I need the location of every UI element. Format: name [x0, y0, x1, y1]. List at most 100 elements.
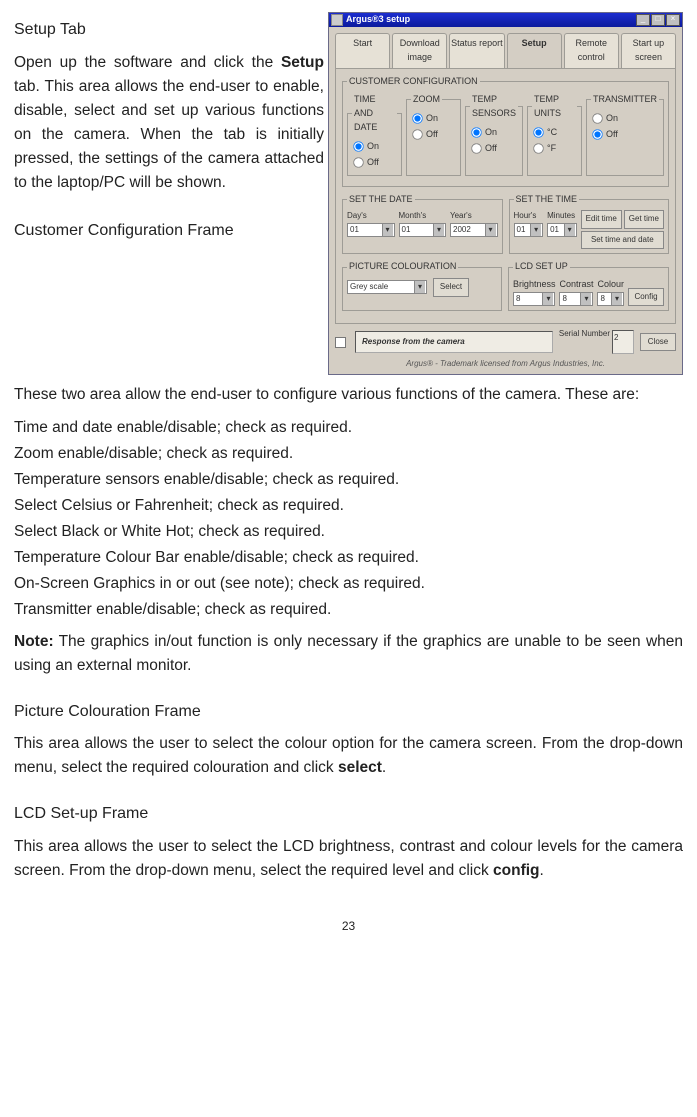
dropdown-brightness[interactable]: 8 [513, 292, 556, 306]
fieldset-set-time: SET THE TIME Hour's 01 Minutes 01 Edit [509, 193, 670, 255]
fieldset-time-date: TIME AND DATE On Off [347, 93, 402, 176]
fieldset-picture-colouration: PICTURE COLOURATION Grey scale Select [342, 260, 502, 311]
note-text: The graphics in/out function is only nec… [14, 633, 683, 674]
fieldset-set-date: SET THE DATE Day's 01 Month's 01 Year's … [342, 193, 503, 255]
para-setup-post: tab. This area allows the end-user to en… [14, 78, 324, 191]
heading-customer-config: Customer Configuration Frame [14, 219, 324, 244]
para-lcd-setup: This area allows the user to select the … [14, 835, 683, 883]
tab-startup[interactable]: Start up screen [621, 33, 676, 68]
app-screenshot: Argus®3 setup _ □ × Start Download image… [328, 12, 683, 375]
fieldset-customer-config: CUSTOMER CONFIGURATION TIME AND DATE On … [342, 75, 669, 187]
fieldset-temp-units: TEMP UNITS °C °F [527, 93, 582, 176]
opt-celsius-fahrenheit: Select Celsius or Fahrenheit; check as r… [14, 494, 683, 518]
radio-time-off[interactable]: Off [352, 155, 397, 171]
tab-setup[interactable]: Setup [507, 33, 562, 68]
para-setup-pre: Open up the software and click the [14, 54, 281, 71]
titlebar: Argus®3 setup _ □ × [329, 13, 682, 27]
config-button[interactable]: Config [628, 288, 664, 306]
serial-label: Serial Number [559, 330, 610, 354]
opt-temp-sensors: Temperature sensors enable/disable; chec… [14, 468, 683, 492]
para-lcd-pre: This area allows the user to select the … [14, 838, 683, 879]
dropdown-hours[interactable]: 01 [514, 223, 544, 237]
select-button[interactable]: Select [433, 278, 469, 296]
legend-time-date: TIME AND DATE [352, 93, 397, 135]
legend-transmitter: TRANSMITTER [591, 93, 659, 107]
label-contrast: Contrast [559, 279, 593, 289]
label-months: Month's [399, 211, 427, 220]
radio-celsius[interactable]: °C [532, 125, 577, 141]
minimize-button[interactable]: _ [636, 14, 650, 26]
label-days: Day's [347, 211, 367, 220]
opt-time-date: Time and date enable/disable; check as r… [14, 416, 683, 440]
dropdown-colouration[interactable]: Grey scale [347, 280, 427, 294]
options-list: Time and date enable/disable; check as r… [14, 416, 683, 622]
tab-start[interactable]: Start [335, 33, 390, 68]
radio-time-on[interactable]: On [352, 139, 397, 155]
radio-temp-on[interactable]: On [470, 125, 518, 141]
heading-setup-tab: Setup Tab [14, 18, 324, 43]
dropdown-contrast[interactable]: 8 [559, 292, 593, 306]
opt-colour-bar: Temperature Colour Bar enable/disable; c… [14, 546, 683, 570]
page-number: 23 [14, 917, 683, 936]
config-bold: config [493, 862, 540, 879]
tab-download[interactable]: Download image [392, 33, 447, 68]
legend-customer: CUSTOMER CONFIGURATION [347, 75, 480, 89]
radio-temp-off[interactable]: Off [470, 141, 518, 157]
fieldset-transmitter: TRANSMITTER On Off [586, 93, 664, 176]
setup-panel: CUSTOMER CONFIGURATION TIME AND DATE On … [335, 68, 676, 324]
legend-temp-sensors: TEMP SENSORS [470, 93, 518, 121]
para-picture-colouration: This area allows the user to select the … [14, 732, 683, 780]
response-checkbox[interactable] [335, 337, 346, 348]
opt-black-white: Select Black or White Hot; check as requ… [14, 520, 683, 544]
fieldset-zoom: ZOOM On Off [406, 93, 461, 176]
opt-transmitter: Transmitter enable/disable; check as req… [14, 598, 683, 622]
para-customer-intro: These two area allow the end-user to con… [14, 383, 683, 407]
radio-fahrenheit[interactable]: °F [532, 141, 577, 157]
legend-set-date: SET THE DATE [347, 193, 415, 207]
maximize-button[interactable]: □ [651, 14, 665, 26]
label-minutes: Minutes [547, 211, 575, 220]
response-box: Response from the camera [355, 331, 553, 353]
para-pic-post: . [382, 759, 386, 776]
opt-osg: On-Screen Graphics in or out (see note);… [14, 572, 683, 596]
heading-picture-colouration: Picture Colouration Frame [14, 700, 683, 725]
window-title: Argus®3 setup [346, 13, 636, 27]
radio-tx-off[interactable]: Off [591, 127, 659, 143]
app-window: Argus®3 setup _ □ × Start Download image… [328, 12, 683, 375]
label-brightness: Brightness [513, 279, 556, 289]
note-paragraph: Note: The graphics in/out function is on… [14, 630, 683, 678]
legend-piccol: PICTURE COLOURATION [347, 260, 458, 274]
dropdown-colour[interactable]: 8 [597, 292, 624, 306]
legend-lcd: LCD SET UP [513, 260, 570, 274]
close-window-button[interactable]: × [666, 14, 680, 26]
set-time-date-button[interactable]: Set time and date [581, 231, 664, 249]
close-button[interactable]: Close [640, 333, 676, 351]
radio-zoom-on[interactable]: On [411, 111, 456, 127]
label-years: Year's [450, 211, 472, 220]
dropdown-years[interactable]: 2002 [450, 223, 498, 237]
radio-tx-on[interactable]: On [591, 111, 659, 127]
opt-zoom: Zoom enable/disable; check as required. [14, 442, 683, 466]
para-lcd-post: . [540, 862, 544, 879]
dropdown-days[interactable]: 01 [347, 223, 395, 237]
tab-status[interactable]: Status report [449, 33, 504, 68]
app-icon [331, 14, 343, 26]
para-setup: Open up the software and click the Setup… [14, 51, 324, 195]
heading-lcd-setup: LCD Set-up Frame [14, 802, 683, 827]
get-time-button[interactable]: Get time [624, 210, 664, 228]
trademark-text: Argus® - Trademark licensed from Argus I… [329, 356, 682, 374]
select-bold: select [338, 759, 382, 776]
edit-time-button[interactable]: Edit time [581, 210, 622, 228]
fieldset-temp-sensors: TEMP SENSORS On Off [465, 93, 523, 176]
legend-set-time: SET THE TIME [514, 193, 580, 207]
setup-bold: Setup [281, 54, 324, 71]
legend-temp-units: TEMP UNITS [532, 93, 577, 121]
note-label: Note: [14, 633, 54, 650]
tab-remote[interactable]: Remote control [564, 33, 619, 68]
radio-zoom-off[interactable]: Off [411, 127, 456, 143]
tab-bar: Start Download image Status report Setup… [329, 27, 682, 68]
dropdown-months[interactable]: 01 [399, 223, 447, 237]
label-colour: Colour [597, 279, 624, 289]
fieldset-lcd-setup: LCD SET UP Brightness 8 Contrast 8 Colou… [508, 260, 669, 311]
dropdown-minutes[interactable]: 01 [547, 223, 577, 237]
